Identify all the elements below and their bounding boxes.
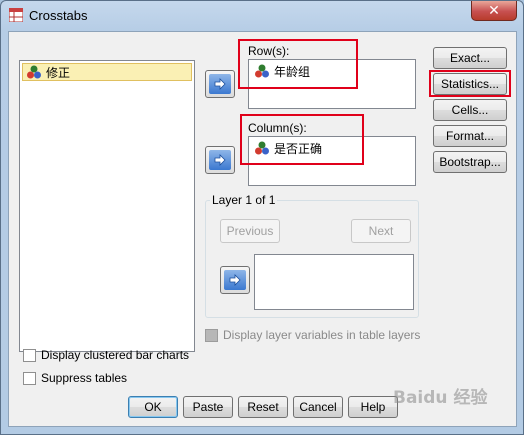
statistics-highlight — [429, 70, 511, 97]
next-button[interactable]: Next — [351, 219, 411, 243]
display-layer-variables-label: Display layer variables in table layers — [223, 328, 421, 342]
nominal-variable-icon — [27, 65, 41, 79]
title-bar: Crosstabs ✕ — [1, 1, 523, 29]
display-clustered-checkbox[interactable] — [23, 348, 36, 362]
arrow-right-icon — [209, 74, 231, 94]
paste-button[interactable]: Paste — [183, 396, 233, 418]
suppress-tables-label: Suppress tables — [41, 371, 128, 385]
crosstabs-dialog: Crosstabs ✕ 修正 Row(s): 年龄组 Column(s): 是否… — [0, 0, 524, 435]
watermark: Baidu 经验 — [393, 388, 488, 408]
cells-button[interactable]: Cells... — [433, 99, 507, 121]
exact-button[interactable]: Exact... — [433, 47, 507, 69]
layer-list[interactable] — [254, 254, 414, 310]
arrow-right-icon — [209, 150, 231, 170]
columns-highlight — [240, 114, 364, 165]
display-layer-variables-checkbox[interactable] — [205, 328, 218, 342]
move-to-layer-button[interactable] — [220, 266, 250, 294]
suppress-tables-checkbox[interactable] — [23, 371, 36, 385]
reset-button[interactable]: Reset — [238, 396, 288, 418]
dialog-body: 修正 Row(s): 年龄组 Column(s): 是否正确 Layer 1 o… — [8, 31, 517, 427]
suppress-tables-option[interactable]: Suppress tables — [23, 371, 127, 385]
display-clustered-label: Display clustered bar charts — [41, 348, 190, 362]
list-item[interactable]: 修正 — [22, 63, 192, 81]
window-title: Crosstabs — [29, 8, 88, 23]
move-to-columns-button[interactable] — [205, 146, 235, 174]
variable-label: 修正 — [46, 65, 71, 80]
ok-button[interactable]: OK — [128, 396, 178, 418]
app-icon — [9, 8, 23, 22]
help-button[interactable]: Help — [348, 396, 398, 418]
rows-highlight — [238, 39, 358, 89]
move-to-rows-button[interactable] — [205, 70, 235, 98]
source-variable-list[interactable]: 修正 — [19, 60, 195, 352]
display-layer-variables-option[interactable]: Display layer variables in table layers — [205, 328, 420, 342]
previous-button[interactable]: Previous — [220, 219, 280, 243]
bootstrap-button[interactable]: Bootstrap... — [433, 151, 507, 173]
cancel-button[interactable]: Cancel — [293, 396, 343, 418]
layer-group: Layer 1 of 1 Previous Next — [205, 193, 419, 318]
close-button[interactable]: ✕ — [471, 1, 517, 21]
layer-title: Layer 1 of 1 — [210, 193, 278, 207]
format-button[interactable]: Format... — [433, 125, 507, 147]
display-clustered-option[interactable]: Display clustered bar charts — [23, 348, 189, 362]
arrow-right-icon — [224, 270, 246, 290]
